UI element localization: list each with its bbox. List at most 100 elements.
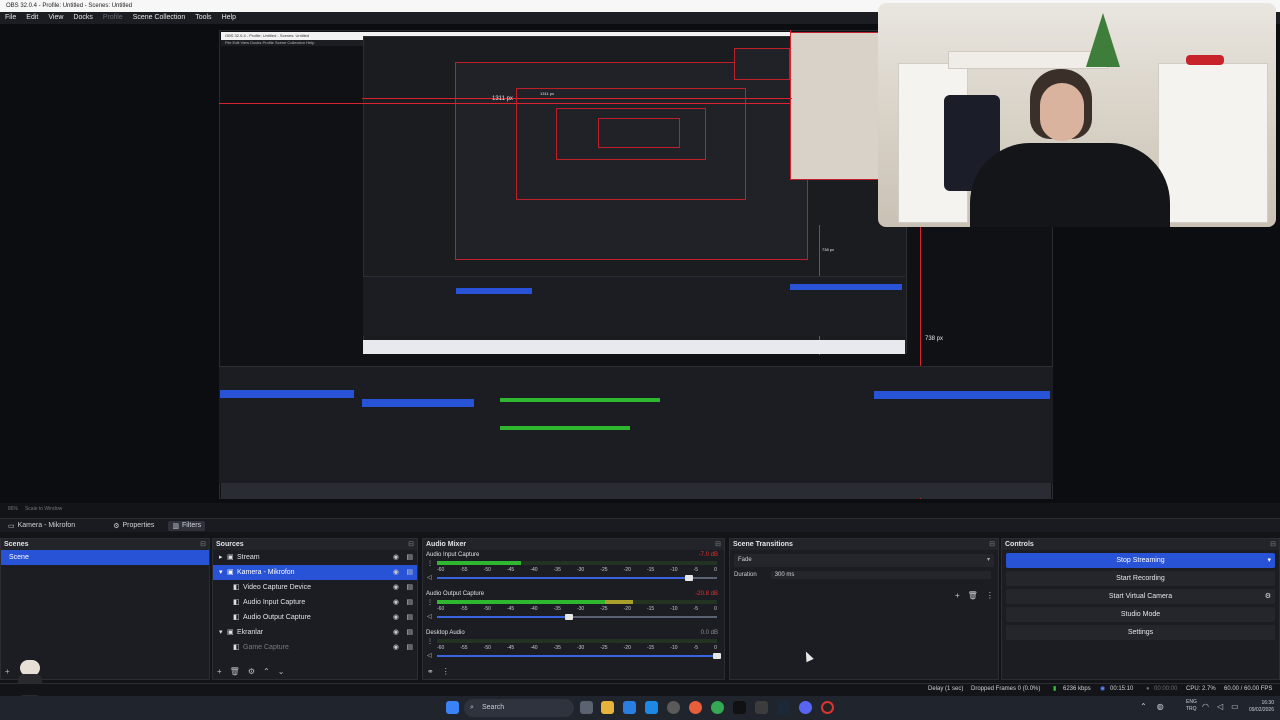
gear-icon[interactable]: ⚙ xyxy=(248,667,255,676)
trash-icon[interactable]: 🗑 xyxy=(230,667,240,676)
lock-icon[interactable]: ▤ xyxy=(406,565,413,580)
transition-select[interactable]: Fade ▾ xyxy=(734,554,994,567)
fader-handle[interactable] xyxy=(685,575,693,581)
chevron-down-icon[interactable]: ▾ xyxy=(219,565,223,580)
menu-tools[interactable]: Tools xyxy=(195,12,211,24)
menu-view[interactable]: View xyxy=(48,12,63,24)
move-down-icon[interactable]: ⌄ xyxy=(278,667,285,676)
eye-icon[interactable]: ◉ xyxy=(393,550,399,565)
dock-options-icon[interactable]: ⊟ xyxy=(200,539,206,550)
network-icon[interactable]: ◍ xyxy=(1157,702,1164,711)
dock-options-icon[interactable]: ⊟ xyxy=(1270,539,1276,550)
taskbar-search[interactable]: ⌕ Search xyxy=(464,699,574,717)
add-icon[interactable]: + xyxy=(217,667,222,676)
more-icon[interactable]: ⋮ xyxy=(427,599,433,606)
dock-options-icon[interactable]: ⊟ xyxy=(715,539,721,550)
lock-icon[interactable]: ▤ xyxy=(406,640,413,655)
source-item[interactable]: ▾ ▣ Kamera - Mikrofon ◉ ▤ xyxy=(213,565,417,580)
scale-mode[interactable]: Scale to Window xyxy=(25,506,62,512)
add-icon[interactable]: + xyxy=(5,667,10,676)
more-icon[interactable]: ⋮ xyxy=(442,667,450,676)
volume-icon[interactable]: ◁ xyxy=(1217,702,1223,711)
menu-file[interactable]: File xyxy=(5,12,16,24)
chevron-down-icon[interactable]: ▾ xyxy=(1267,553,1271,568)
gear-icon[interactable]: ⚙ xyxy=(1265,589,1271,604)
settings-button[interactable]: Settings xyxy=(1006,625,1275,640)
file-explorer-icon[interactable] xyxy=(601,701,614,714)
source-item[interactable]: ◧ Audio Output Capture ◉ ▤ xyxy=(213,610,417,625)
terminal-icon[interactable] xyxy=(755,701,768,714)
menu-profile[interactable]: Profile xyxy=(103,12,123,24)
properties-button[interactable]: ⚙ Properties xyxy=(109,521,158,531)
eye-icon[interactable]: ◉ xyxy=(393,565,399,580)
scale-tick: -15 xyxy=(646,567,655,573)
obs-icon[interactable] xyxy=(821,701,834,714)
store-icon[interactable] xyxy=(645,701,658,714)
clock[interactable]: 16:30 09/02/2026 xyxy=(1236,700,1274,714)
chevron-down-icon[interactable]: ▾ xyxy=(219,625,223,640)
dock-options-icon[interactable]: ⊟ xyxy=(989,539,995,550)
wifi-icon[interactable]: ◠ xyxy=(1202,702,1209,711)
chevron-right-icon[interactable]: ▸ xyxy=(219,550,223,565)
lock-icon[interactable]: ▤ xyxy=(406,625,413,640)
start-virtual-camera-button[interactable]: Start Virtual Camera ⚙ xyxy=(1006,589,1275,604)
eye-icon[interactable]: ◉ xyxy=(393,610,399,625)
trash-icon[interactable]: 🗑 xyxy=(968,591,978,600)
volume-fader[interactable] xyxy=(437,614,717,620)
lock-icon[interactable]: ▤ xyxy=(406,610,413,625)
menu-docks[interactable]: Docks xyxy=(73,12,92,24)
filters-button[interactable]: ▥ Filters xyxy=(168,520,206,531)
more-icon[interactable]: ⋮ xyxy=(427,560,433,567)
more-icon[interactable]: ⋮ xyxy=(427,638,433,645)
source-item[interactable]: ◧ Video Capture Device ◉ ▤ xyxy=(213,580,417,595)
fader-handle[interactable] xyxy=(713,653,721,659)
firefox-icon[interactable] xyxy=(689,701,702,714)
dock-options-icon[interactable]: ⊟ xyxy=(408,539,414,550)
source-item[interactable]: ▸ ▣ Stream ◉ ▤ xyxy=(213,550,417,565)
volume-icon[interactable]: ◁ xyxy=(427,613,432,620)
studio-mode-button[interactable]: Studio Mode xyxy=(1006,607,1275,622)
menu-edit[interactable]: Edit xyxy=(26,12,38,24)
duration-input[interactable]: 300 ms xyxy=(770,571,991,579)
zoom-level[interactable]: 86% xyxy=(8,506,18,512)
more-icon[interactable]: ⋮ xyxy=(986,591,994,600)
chevron-up-icon[interactable]: ⌃ xyxy=(1140,702,1147,711)
volume-fader[interactable] xyxy=(437,653,721,659)
scale-tick: -55 xyxy=(460,567,468,573)
volume-icon[interactable]: ◁ xyxy=(427,574,432,581)
calendar-icon[interactable] xyxy=(623,701,636,714)
move-up-icon[interactable]: ⌃ xyxy=(263,667,270,676)
source-item[interactable]: ▾ ▣ Ekranlar ◉ ▤ xyxy=(213,625,417,640)
fader-handle[interactable] xyxy=(564,614,573,620)
scale-tick: -5 xyxy=(693,606,699,612)
steam-icon[interactable] xyxy=(777,701,790,714)
eye-icon[interactable]: ◉ xyxy=(393,595,399,610)
add-icon[interactable]: + xyxy=(955,591,960,600)
eye-icon[interactable]: ◉ xyxy=(393,580,399,595)
capcut-icon[interactable] xyxy=(733,701,746,714)
task-view-icon[interactable] xyxy=(580,701,593,714)
source-item[interactable]: ◧ Game Capture ◉ ▤ xyxy=(213,640,417,655)
eye-icon[interactable]: ◉ xyxy=(393,625,399,640)
settings-icon[interactable] xyxy=(667,701,680,714)
eye-icon[interactable]: ◉ xyxy=(393,640,399,655)
start-recording-button[interactable]: Start Recording xyxy=(1006,571,1275,586)
discord-icon[interactable] xyxy=(799,701,812,714)
source-label: Audio Input Capture xyxy=(243,599,306,606)
source-item[interactable]: ◧ Audio Input Capture ◉ ▤ xyxy=(213,595,417,610)
dropped-frames: Dropped Frames 0 (0.0%) xyxy=(971,686,1041,692)
language-indicator[interactable]: ENG TRQ xyxy=(1186,699,1197,713)
lock-icon[interactable]: ▤ xyxy=(406,595,413,610)
menu-help[interactable]: Help xyxy=(222,12,236,24)
menu-scene-collection[interactable]: Scene Collection xyxy=(133,12,186,24)
lock-icon[interactable]: ▤ xyxy=(406,580,413,595)
link-icon[interactable]: ⚭ xyxy=(427,667,434,676)
transitions-title: Scene Transitions xyxy=(733,541,793,548)
scene-item[interactable]: Scene xyxy=(1,550,209,565)
chrome-icon[interactable] xyxy=(711,701,724,714)
lock-icon[interactable]: ▤ xyxy=(406,550,413,565)
start-icon[interactable] xyxy=(446,701,459,714)
volume-fader[interactable] xyxy=(437,575,717,581)
stop-streaming-button[interactable]: Stop Streaming ▾ xyxy=(1006,553,1275,568)
volume-icon[interactable]: ◁ xyxy=(427,652,432,659)
